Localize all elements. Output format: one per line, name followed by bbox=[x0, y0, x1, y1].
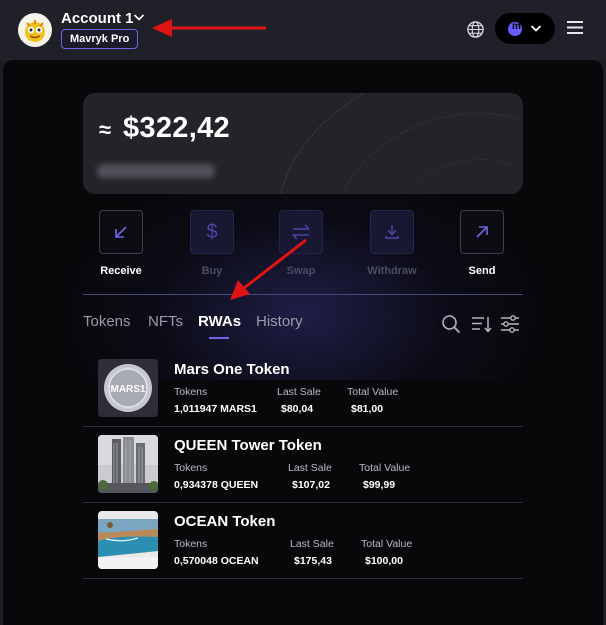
wallet-panel: ≈ $322,42 Receive $ Buy Swap Withdraw Se… bbox=[3, 60, 603, 625]
svg-text:MARS1: MARS1 bbox=[110, 384, 145, 395]
chevron-down-icon[interactable] bbox=[133, 12, 145, 22]
queen-tower-image bbox=[98, 435, 158, 493]
token-name: QUEEN Tower Token bbox=[174, 437, 322, 454]
tab-nfts[interactable]: NFTs bbox=[148, 313, 183, 330]
total-value-column: Total Value $99,99 bbox=[359, 462, 411, 491]
swap-icon bbox=[292, 224, 310, 240]
dollar-icon: $ bbox=[206, 220, 218, 243]
token-row[interactable]: OCEAN Token Tokens 0,570048 OCEAN Last S… bbox=[83, 503, 523, 579]
arrow-up-right-icon bbox=[476, 226, 488, 238]
network-selector[interactable]: m bbox=[495, 13, 555, 44]
total-balance: $322,42 bbox=[123, 112, 230, 144]
blurred-address bbox=[97, 164, 215, 178]
balance-card: ≈ $322,42 bbox=[83, 93, 523, 194]
filter-sliders-icon[interactable] bbox=[500, 314, 520, 334]
last-sale-column: Last Sale $80,04 bbox=[277, 386, 321, 415]
swap-button[interactable]: Swap bbox=[271, 210, 331, 277]
hamburger-menu-icon[interactable] bbox=[566, 20, 584, 35]
withdraw-button[interactable]: Withdraw bbox=[362, 210, 422, 277]
approx-symbol: ≈ bbox=[99, 117, 112, 142]
tab-rwas[interactable]: RWAs bbox=[198, 313, 241, 330]
token-name: OCEAN Token bbox=[174, 513, 276, 530]
ocean-token-image bbox=[98, 511, 158, 569]
receive-button[interactable]: Receive bbox=[91, 210, 151, 277]
row-separator bbox=[83, 578, 523, 579]
plan-badge: Mavryk Pro bbox=[61, 29, 139, 49]
total-value-column: Total Value $100,00 bbox=[361, 538, 413, 567]
total-value-column: Total Value $81,00 bbox=[347, 386, 399, 415]
buy-button[interactable]: $ Buy bbox=[182, 210, 242, 277]
tokens-column: Tokens 1,011947 MARS1 bbox=[174, 386, 257, 415]
active-tab-indicator bbox=[209, 337, 229, 339]
download-icon bbox=[385, 225, 399, 239]
send-button[interactable]: Send bbox=[452, 210, 512, 277]
account-name[interactable]: Account 1 bbox=[61, 10, 134, 27]
divider bbox=[83, 294, 523, 295]
tab-tokens[interactable]: Tokens bbox=[83, 313, 131, 330]
arrow-down-left-icon bbox=[115, 226, 127, 238]
token-row[interactable]: MARS1 Mars One Token Tokens 1,011947 MAR… bbox=[83, 351, 523, 427]
top-bar: Account 1 Mavryk Pro m bbox=[0, 0, 606, 60]
account-avatar[interactable] bbox=[18, 13, 52, 47]
chevron-down-icon bbox=[530, 25, 542, 32]
sort-icon[interactable] bbox=[471, 314, 493, 334]
token-name: Mars One Token bbox=[174, 361, 290, 378]
tokens-column: Tokens 0,934378 QUEEN bbox=[174, 462, 259, 491]
last-sale-column: Last Sale $107,02 bbox=[288, 462, 332, 491]
tab-history[interactable]: History bbox=[256, 313, 303, 330]
last-sale-column: Last Sale $175,43 bbox=[290, 538, 334, 567]
token-row[interactable]: QUEEN Tower Token Tokens 0,934378 QUEEN … bbox=[83, 427, 523, 503]
search-icon[interactable] bbox=[441, 314, 461, 334]
tokens-column: Tokens 0,570048 OCEAN bbox=[174, 538, 259, 567]
network-logo-icon: m bbox=[508, 21, 522, 36]
mars-token-image: MARS1 bbox=[98, 359, 158, 417]
globe-icon[interactable] bbox=[466, 20, 485, 39]
action-bar: Receive $ Buy Swap Withdraw Send bbox=[83, 210, 523, 280]
